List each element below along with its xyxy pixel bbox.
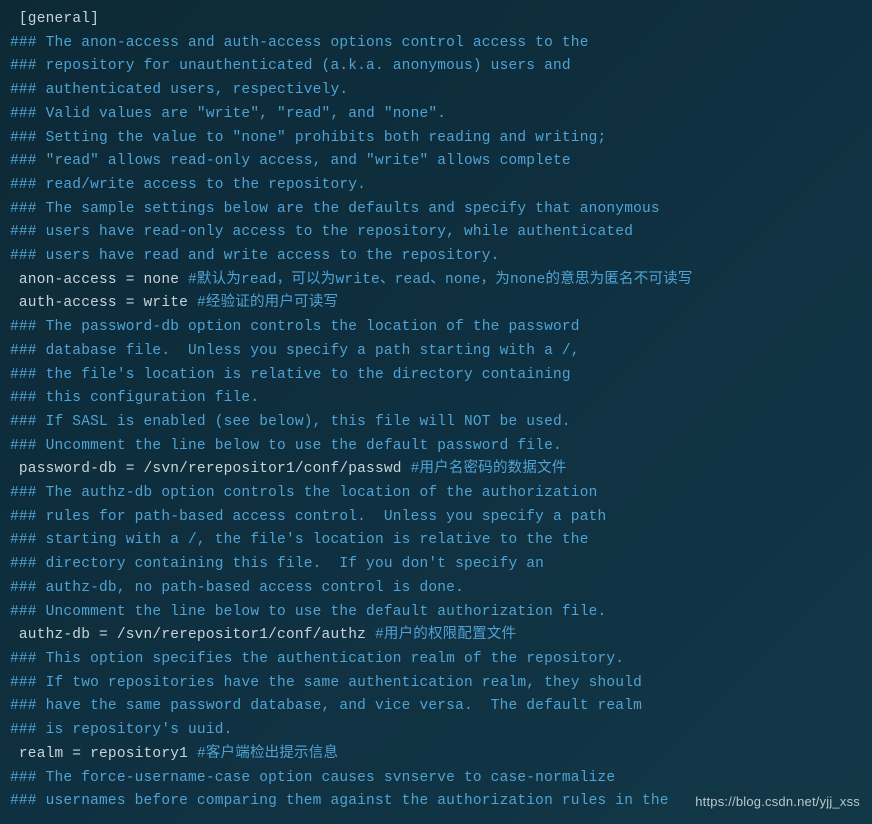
code-line: ### directory containing this file. If y… — [10, 553, 862, 577]
code-line: ### Uncomment the line below to use the … — [10, 435, 862, 459]
code-text: password-db = /svn/rerepositor1/conf/pas… — [10, 461, 411, 477]
code-line: realm = repository1 #客户端检出提示信息 — [10, 743, 862, 767]
code-line: auth-access = write #经验证的用户可读写 — [10, 292, 862, 316]
code-line: ### users have read and write access to … — [10, 245, 862, 269]
watermark-text: https://blog.csdn.net/yjj_xss — [695, 790, 860, 814]
comment-text: ### users have read-only access to the r… — [10, 224, 633, 240]
comment-text: ### Setting the value to "none" prohibit… — [10, 130, 606, 146]
comment-text: ### have the same password database, and… — [10, 698, 642, 714]
code-text: authz-db = /svn/rerepositor1/conf/authz — [10, 627, 375, 643]
comment-text: ### usernames before comparing them agai… — [10, 793, 669, 809]
code-line: [general] — [10, 8, 862, 32]
comment-text: ### this configuration file. — [10, 390, 259, 406]
code-line: anon-access = none #默认为read，可以为write、rea… — [10, 269, 862, 293]
code-line: ### If two repositories have the same au… — [10, 672, 862, 696]
code-line: ### The force-username-case option cause… — [10, 767, 862, 791]
comment-text: ### authz-db, no path-based access contr… — [10, 580, 464, 596]
comment-text: ### This option specifies the authentica… — [10, 651, 624, 667]
comment-text: #经验证的用户可读写 — [197, 295, 338, 311]
comment-text: ### The password-db option controls the … — [10, 319, 580, 335]
code-line: ### Setting the value to "none" prohibit… — [10, 127, 862, 151]
comment-text: ### Valid values are "write", "read", an… — [10, 106, 446, 122]
code-line: ### The authz-db option controls the loc… — [10, 482, 862, 506]
code-line: ### "read" allows read-only access, and … — [10, 150, 862, 174]
code-line: ### authenticated users, respectively. — [10, 79, 862, 103]
comment-text: #用户的权限配置文件 — [375, 627, 516, 643]
comment-text: #客户端检出提示信息 — [197, 746, 338, 762]
comment-text: ### the file's location is relative to t… — [10, 367, 571, 383]
code-line: ### If SASL is enabled (see below), this… — [10, 411, 862, 435]
comment-text: ### The sample settings below are the de… — [10, 201, 660, 217]
comment-text: ### starting with a /, the file's locati… — [10, 532, 589, 548]
comment-text: ### database file. Unless you specify a … — [10, 343, 580, 359]
comment-text: #用户名密码的数据文件 — [411, 461, 567, 477]
code-line: ### The sample settings below are the de… — [10, 198, 862, 222]
comment-text: #默认为read，可以为write、read、none，为none的意思为匿名不… — [188, 272, 693, 288]
code-line: ### The password-db option controls the … — [10, 316, 862, 340]
code-text: realm = repository1 — [10, 746, 197, 762]
comment-text: ### repository for unauthenticated (a.k.… — [10, 58, 571, 74]
comment-text: ### Uncomment the line below to use the … — [10, 438, 562, 454]
comment-text: ### rules for path-based access control.… — [10, 509, 606, 525]
code-text: auth-access = write — [10, 295, 197, 311]
comment-text: ### The anon-access and auth-access opti… — [10, 35, 589, 51]
comment-text: ### users have read and write access to … — [10, 248, 500, 264]
code-line: ### Valid values are "write", "read", an… — [10, 103, 862, 127]
comment-text — [10, 11, 19, 27]
config-file-view: [general] ### The anon-access and auth-ac… — [0, 0, 872, 822]
code-line: ### The anon-access and auth-access opti… — [10, 32, 862, 56]
code-line: ### This option specifies the authentica… — [10, 648, 862, 672]
comment-text: ### The force-username-case option cause… — [10, 770, 615, 786]
comment-text: ### The authz-db option controls the loc… — [10, 485, 598, 501]
code-line: ### is repository's uuid. — [10, 719, 862, 743]
code-line: ### read/write access to the repository. — [10, 174, 862, 198]
code-line: ### the file's location is relative to t… — [10, 364, 862, 388]
comment-text: ### read/write access to the repository. — [10, 177, 366, 193]
code-text: anon-access = none — [10, 272, 188, 288]
comment-text: ### authenticated users, respectively. — [10, 82, 348, 98]
comment-text: ### directory containing this file. If y… — [10, 556, 544, 572]
code-line: password-db = /svn/rerepositor1/conf/pas… — [10, 458, 862, 482]
code-line: ### authz-db, no path-based access contr… — [10, 577, 862, 601]
code-line: ### this configuration file. — [10, 387, 862, 411]
comment-text: ### "read" allows read-only access, and … — [10, 153, 571, 169]
code-line: ### users have read-only access to the r… — [10, 221, 862, 245]
code-line: ### rules for path-based access control.… — [10, 506, 862, 530]
code-line: ### Uncomment the line below to use the … — [10, 601, 862, 625]
comment-text: ### Uncomment the line below to use the … — [10, 604, 606, 620]
code-line: ### have the same password database, and… — [10, 695, 862, 719]
code-line: ### starting with a /, the file's locati… — [10, 529, 862, 553]
code-line: authz-db = /svn/rerepositor1/conf/authz … — [10, 624, 862, 648]
comment-text: ### If SASL is enabled (see below), this… — [10, 414, 571, 430]
comment-text: ### is repository's uuid. — [10, 722, 233, 738]
code-line: ### repository for unauthenticated (a.k.… — [10, 55, 862, 79]
code-text: [general] — [19, 11, 99, 27]
comment-text: ### If two repositories have the same au… — [10, 675, 642, 691]
code-line: ### database file. Unless you specify a … — [10, 340, 862, 364]
